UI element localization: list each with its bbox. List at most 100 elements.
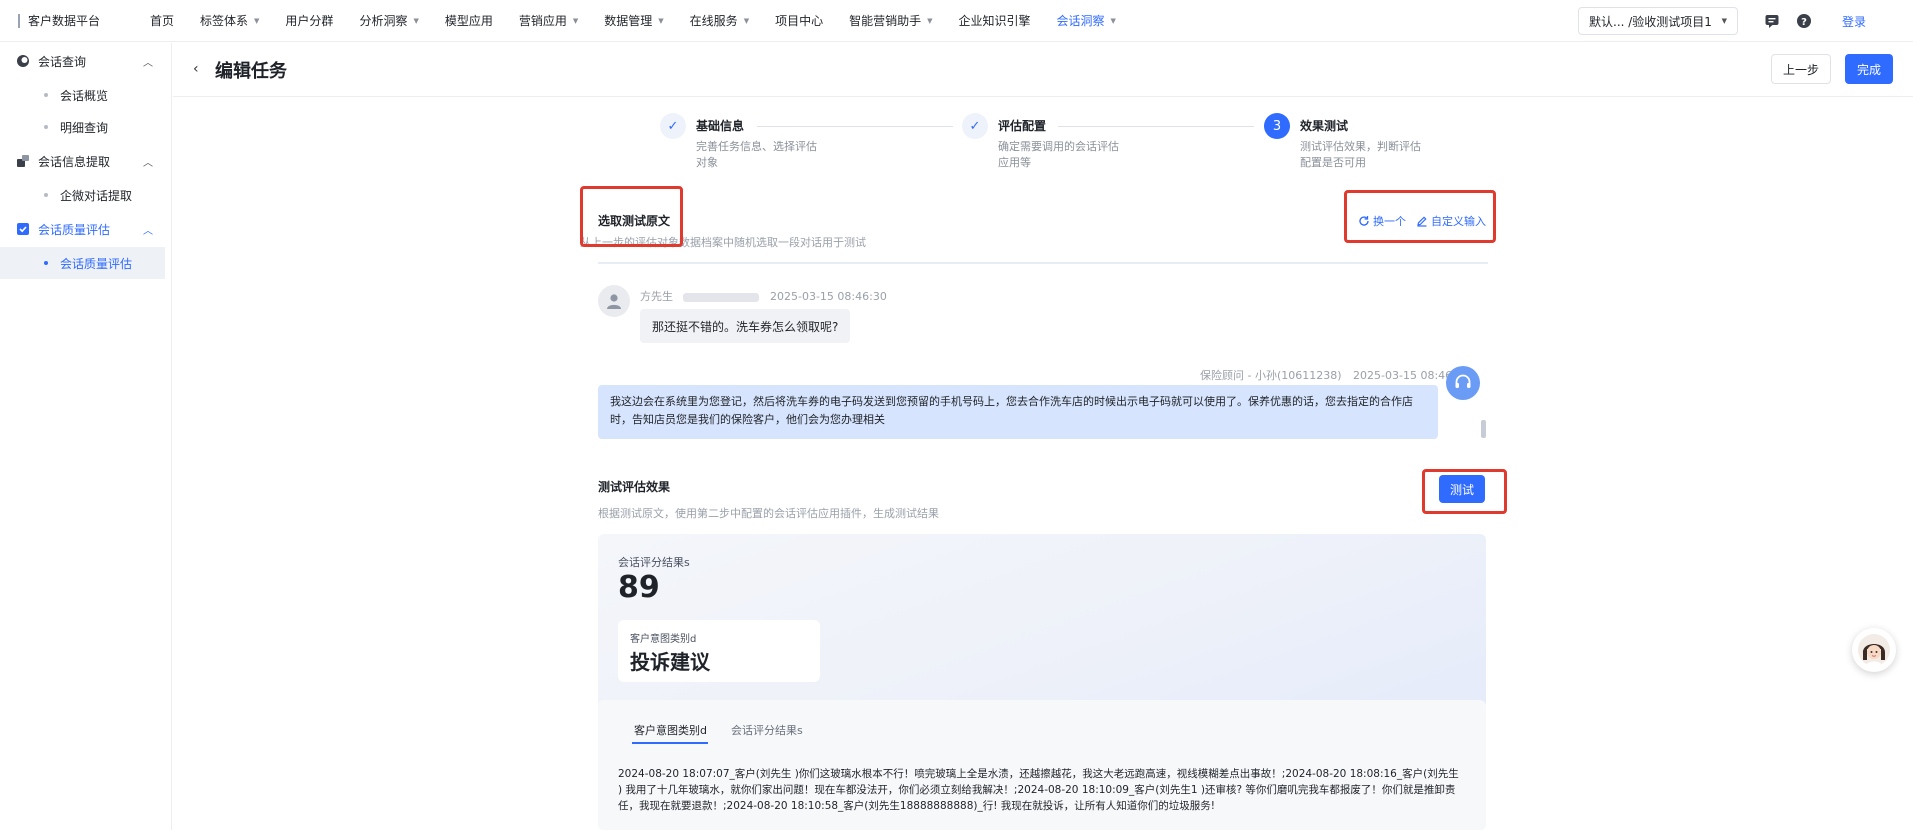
nav-item[interactable]: 在线服务 ▼ xyxy=(690,12,749,29)
brand[interactable]: 客户数据平台 xyxy=(0,12,150,29)
chevron-down-icon: ▼ xyxy=(743,16,750,25)
result-card: 会话评分结果s 89 客户意图类别d 投诉建议 客户意图类别d 会话评分结果s … xyxy=(598,534,1486,830)
customer-time: 2025-03-15 08:46:30 xyxy=(770,290,887,303)
step-desc: 测试评估效果，判断评估配置是否可用 xyxy=(1300,140,1421,169)
nav-item[interactable]: 模型应用 xyxy=(445,12,493,29)
customer-name: 方先生 xyxy=(640,290,673,303)
step-desc: 完善任务信息、选择评估对象 xyxy=(696,140,817,169)
check-icon: ✓ xyxy=(962,113,988,139)
nav-item-label: 项目中心 xyxy=(775,14,824,28)
nav-item[interactable]: 标签体系 ▼ xyxy=(200,12,259,29)
sidebar-item-label: 企微对话提取 xyxy=(60,188,133,203)
back-arrow-icon[interactable]: ‹ xyxy=(193,61,199,77)
extract-icon xyxy=(16,154,30,168)
nav-item[interactable]: 首页 xyxy=(150,12,174,29)
prev-step-button[interactable]: 上一步 xyxy=(1771,54,1831,84)
step-number: 3 xyxy=(1264,113,1290,139)
active-tab-indicator xyxy=(632,742,708,744)
nav-item[interactable]: 营销应用 ▼ xyxy=(519,12,578,29)
customer-avatar xyxy=(598,285,630,317)
step-effect-test: 3 效果测试 测试评估效果，判断评估配置是否可用 xyxy=(1264,113,1425,171)
page-title: 编辑任务 xyxy=(215,61,287,82)
bullet-dot xyxy=(44,193,48,197)
project-selector[interactable]: 默认... /验收测试项目1 ▼ xyxy=(1578,7,1738,35)
nav-item[interactable]: 用户分群 xyxy=(285,12,333,29)
svg-text:?: ? xyxy=(1801,17,1807,28)
highlight-box xyxy=(1344,190,1496,243)
agent-name: 保险顾问 - 小孙(10611238) xyxy=(1200,369,1342,382)
nav-item-label: 模型应用 xyxy=(444,14,493,28)
sidebar-item-label: 明细查询 xyxy=(60,120,109,135)
agent-avatar xyxy=(1446,366,1480,400)
chevron-down-icon: ▼ xyxy=(1721,17,1727,25)
nav-item[interactable]: 分析洞察 ▼ xyxy=(359,12,418,29)
step-desc: 确定需要调用的会话评估应用等 xyxy=(998,140,1119,169)
sidebar-item-label: 会话概览 xyxy=(60,88,109,103)
highlight-box xyxy=(1422,469,1507,514)
bullet-dot xyxy=(44,93,48,97)
sidebar-group[interactable]: 会话质量评估 ︿ xyxy=(0,211,171,247)
nav-item[interactable]: 会话洞察 ▼ xyxy=(1057,12,1116,29)
customer-meta: 方先生 2025-03-15 08:46:30 xyxy=(640,288,887,304)
customer-message: 那还挺不错的。洗车券怎么领取呢? xyxy=(640,309,851,343)
score-value: 89 xyxy=(618,570,660,605)
chevron-up-icon: ︿ xyxy=(143,58,153,69)
chevron-up-icon: ︿ xyxy=(143,226,153,237)
sidebar: 会话查询 ︿ 会话概览 明细查询 会话信息提取 ︿ 企微对话提取 会话质量评估 ︿ 会话质量评估 xyxy=(0,43,172,830)
test-title: 测试评估效果 xyxy=(598,480,671,494)
nav-item-label: 企业知识引擎 xyxy=(958,14,1031,28)
chevron-up-icon: ︿ xyxy=(143,158,153,169)
nav-item-label: 会话洞察 xyxy=(1056,14,1105,28)
tab-score[interactable]: 会话评分结果s xyxy=(731,722,803,738)
sidebar-item[interactable]: 会话质量评估 xyxy=(0,247,165,279)
masked-phone xyxy=(682,292,759,302)
step-title: 基础信息 xyxy=(696,119,745,133)
nav-item-label: 分析洞察 xyxy=(359,14,408,28)
step-eval-config: ✓ 评估配置 确定需要调用的会话评估应用等 xyxy=(962,113,1123,171)
sidebar-group-label: 会话查询 xyxy=(38,54,87,69)
tab-intent[interactable]: 客户意图类别d xyxy=(634,722,707,738)
nav-item[interactable]: 项目中心 xyxy=(775,12,823,29)
nav-item[interactable]: 数据管理 ▼ xyxy=(604,12,663,29)
page-header: ‹ 编辑任务 上一步 完成 xyxy=(173,43,1913,97)
sidebar-item[interactable]: 企微对话提取 xyxy=(0,179,171,211)
project-selector-value: 默认... /验收测试项目1 xyxy=(1589,14,1712,29)
nav-item-label: 用户分群 xyxy=(285,14,334,28)
intent-value: 投诉建议 xyxy=(630,650,710,674)
bullet-dot xyxy=(44,261,48,265)
score-label: 会话评分结果s xyxy=(618,556,690,569)
sidebar-item[interactable]: 明细查询 xyxy=(0,111,171,143)
chevron-down-icon: ▼ xyxy=(572,16,579,25)
chat-search-icon xyxy=(16,54,30,68)
check-icon: ✓ xyxy=(660,113,686,139)
chevron-down-icon: ▼ xyxy=(254,16,260,25)
result-text: 2024-08-20 18:07:07_客户(刘先生 )你们这玻璃水根本不行！喷… xyxy=(618,768,1459,812)
nav-item-label: 标签体系 xyxy=(200,14,249,28)
sidebar-item[interactable]: 会话概览 xyxy=(0,79,171,111)
done-button[interactable]: 完成 xyxy=(1845,54,1893,84)
chevron-down-icon: ▼ xyxy=(658,16,664,25)
nav-item[interactable]: 企业知识引擎 xyxy=(959,12,1031,29)
user-icon xyxy=(607,294,621,309)
brand-name: 客户数据平台 xyxy=(28,14,101,28)
bullet-dot xyxy=(44,125,48,129)
chat-scrollbar[interactable] xyxy=(1481,420,1486,438)
sidebar-group-label: 会话信息提取 xyxy=(38,154,111,169)
assistant-avatar-button[interactable] xyxy=(1852,628,1896,672)
sidebar-item-label: 会话质量评估 xyxy=(60,256,133,271)
sidebar-group[interactable]: 会话信息提取 ︿ xyxy=(0,143,171,179)
agent-meta: 保险顾问 - 小孙(10611238) 2025-03-15 08:46:45 xyxy=(1200,367,1470,383)
login-link[interactable]: 登录 xyxy=(1842,13,1866,30)
chevron-down-icon: ▼ xyxy=(413,16,419,25)
result-tabs-panel: 客户意图类别d 会话评分结果s 2024-08-20 18:07:07_客户(刘… xyxy=(598,700,1486,830)
chevron-down-icon: ▼ xyxy=(927,16,933,25)
highlight-box xyxy=(580,186,683,247)
nav-item-label: 数据管理 xyxy=(604,14,653,28)
test-desc: 根据测试原文，使用第二步中配置的会话评估应用插件，生成测试结果 xyxy=(598,507,939,520)
nav-item[interactable]: 智能营销助手 ▼ xyxy=(849,12,932,29)
help-icon[interactable]: ? xyxy=(1796,13,1812,29)
sidebar-group-label: 会话质量评估 xyxy=(38,222,111,237)
sidebar-group[interactable]: 会话查询 ︿ xyxy=(0,43,171,79)
message-icon[interactable] xyxy=(1764,13,1780,29)
nav-item-label: 智能营销助手 xyxy=(849,14,922,28)
